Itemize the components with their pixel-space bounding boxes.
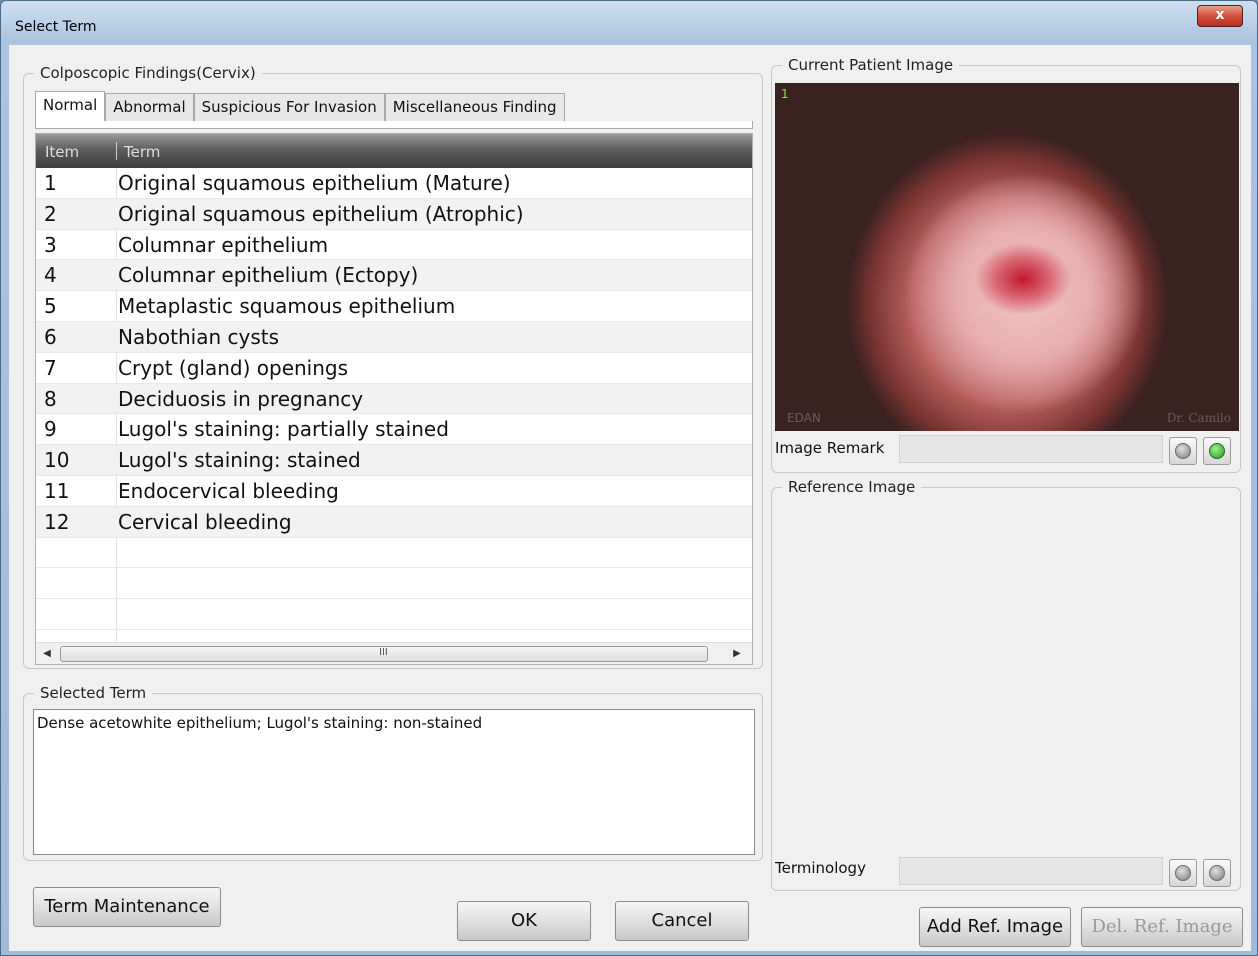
column-header-item[interactable]: Item (45, 143, 79, 161)
image-watermark-left: EDAN (787, 411, 821, 425)
row-item: 6 (44, 324, 57, 349)
scroll-right-icon[interactable]: ▶ (730, 647, 744, 661)
row-item: 8 (44, 386, 57, 411)
row-item: 5 (44, 294, 57, 319)
tab-suspicious-for-invasion[interactable]: Suspicious For Invasion (193, 93, 385, 121)
row-term: Metaplastic squamous epithelium (118, 294, 456, 319)
title-bar[interactable]: Select Term x (1, 1, 1257, 45)
terminology-field[interactable] (899, 857, 1163, 885)
row-term: Cervical bleeding (118, 509, 292, 534)
remark-next-button[interactable] (1203, 437, 1231, 465)
table-row[interactable]: 7 Crypt (gland) openings (36, 353, 752, 384)
next-arrow-icon (1209, 865, 1225, 881)
row-item: 10 (44, 448, 70, 473)
row-term: Original squamous epithelium (Mature) (118, 171, 511, 195)
close-button[interactable]: x (1197, 5, 1243, 27)
findings-legend: Colposcopic Findings(Cervix) (34, 64, 262, 82)
image-remark-label: Image Remark (775, 439, 885, 457)
row-item: 9 (44, 417, 57, 442)
remark-prev-button[interactable] (1169, 437, 1197, 465)
cancel-button[interactable]: Cancel (615, 901, 749, 941)
table-row[interactable]: 10 Lugol's staining: stained (36, 445, 752, 476)
column-header-term[interactable]: Term (124, 143, 160, 161)
table-row[interactable]: 8 Deciduosis in pregnancy (36, 383, 752, 415)
row-term: Lugol's staining: stained (118, 448, 361, 473)
table-row[interactable]: 11 Endocervical bleeding (36, 476, 752, 507)
tab-page (35, 121, 753, 129)
table-row[interactable]: 1 Original squamous epithelium (Mature) (36, 168, 752, 199)
row-term: Endocervical bleeding (118, 478, 339, 503)
row-term: Columnar epithelium (Ectopy) (118, 263, 419, 288)
term-maintenance-button[interactable]: Term Maintenance (33, 887, 221, 927)
row-item: 4 (44, 263, 57, 288)
row-term: Deciduosis in pregnancy (118, 386, 364, 411)
dialog-client-area: Colposcopic Findings(Cervix) Normal Abno… (9, 45, 1251, 951)
next-arrow-icon (1209, 443, 1225, 459)
scroll-left-icon[interactable]: ◀ (40, 647, 54, 661)
empty-row (36, 568, 752, 600)
table-row[interactable]: 12 Cervical bleeding (36, 506, 752, 538)
table-row[interactable]: 6 Nabothian cysts (36, 321, 752, 353)
row-term: Original squamous epithelium (Atrophic) (118, 201, 524, 226)
select-term-dialog: Select Term x Colposcopic Findings(Cervi… (0, 0, 1258, 956)
ok-button[interactable]: OK (457, 901, 591, 941)
row-term: Columnar epithelium (118, 232, 329, 257)
window-title: Select Term (15, 19, 97, 35)
row-term: Lugol's staining: partially stained (118, 417, 449, 442)
tab-miscellaneous-finding[interactable]: Miscellaneous Finding (384, 93, 565, 121)
empty-row (36, 599, 752, 630)
prev-arrow-icon (1175, 443, 1191, 459)
patient-image[interactable]: 1 EDAN Dr. Camilo (775, 83, 1239, 431)
table-header: Item Term (36, 134, 752, 168)
table-row[interactable]: 2 Original squamous epithelium (Atrophic) (36, 198, 752, 230)
row-item: 2 (44, 201, 57, 226)
column-divider[interactable] (116, 142, 117, 160)
scroll-thumb[interactable]: III (60, 646, 708, 662)
reference-image-legend: Reference Image (782, 478, 922, 496)
tab-abnormal[interactable]: Abnormal (105, 93, 194, 121)
table-row[interactable]: 9 Lugol's staining: partially stained (36, 414, 752, 446)
tab-normal[interactable]: Normal (35, 91, 106, 121)
del-ref-image-button: Del. Ref. Image (1081, 907, 1243, 947)
image-watermark-right: Dr. Camilo (1166, 411, 1231, 425)
current-image-legend: Current Patient Image (782, 56, 960, 74)
terminology-prev-button[interactable] (1169, 859, 1197, 887)
row-item: 12 (44, 509, 70, 534)
horizontal-scrollbar[interactable]: ◀ III ▶ (36, 642, 752, 664)
empty-row (36, 538, 752, 569)
row-term: Nabothian cysts (118, 324, 280, 349)
table-body: 1 Original squamous epithelium (Mature) 2… (36, 168, 752, 630)
image-index: 1 (781, 87, 789, 101)
row-item: 1 (44, 171, 57, 195)
terminology-label: Terminology (775, 859, 866, 877)
table-row[interactable]: 5 Metaplastic squamous epithelium (36, 291, 752, 322)
table-row[interactable]: 3 Columnar epithelium (36, 230, 752, 261)
terminology-next-button[interactable] (1203, 859, 1231, 887)
terms-table: Item Term 1 Original squamous epithelium … (35, 133, 753, 665)
table-row[interactable]: 4 Columnar epithelium (Ectopy) (36, 260, 752, 292)
selected-term-textbox[interactable]: Dense acetowhite epithelium; Lugol's sta… (33, 709, 755, 855)
row-item: 3 (44, 232, 57, 257)
reference-image-area[interactable] (777, 501, 1235, 853)
row-item: 11 (44, 478, 70, 503)
row-item: 7 (44, 355, 57, 380)
findings-tabs: Normal Abnormal Suspicious For Invasion … (35, 91, 565, 121)
image-remark-field[interactable] (899, 435, 1163, 463)
add-ref-image-button[interactable]: Add Ref. Image (919, 907, 1071, 947)
prev-arrow-icon (1175, 865, 1191, 881)
selected-term-legend: Selected Term (34, 684, 153, 702)
row-term: Crypt (gland) openings (118, 355, 349, 380)
scroll-grip-icon: III (379, 647, 388, 658)
